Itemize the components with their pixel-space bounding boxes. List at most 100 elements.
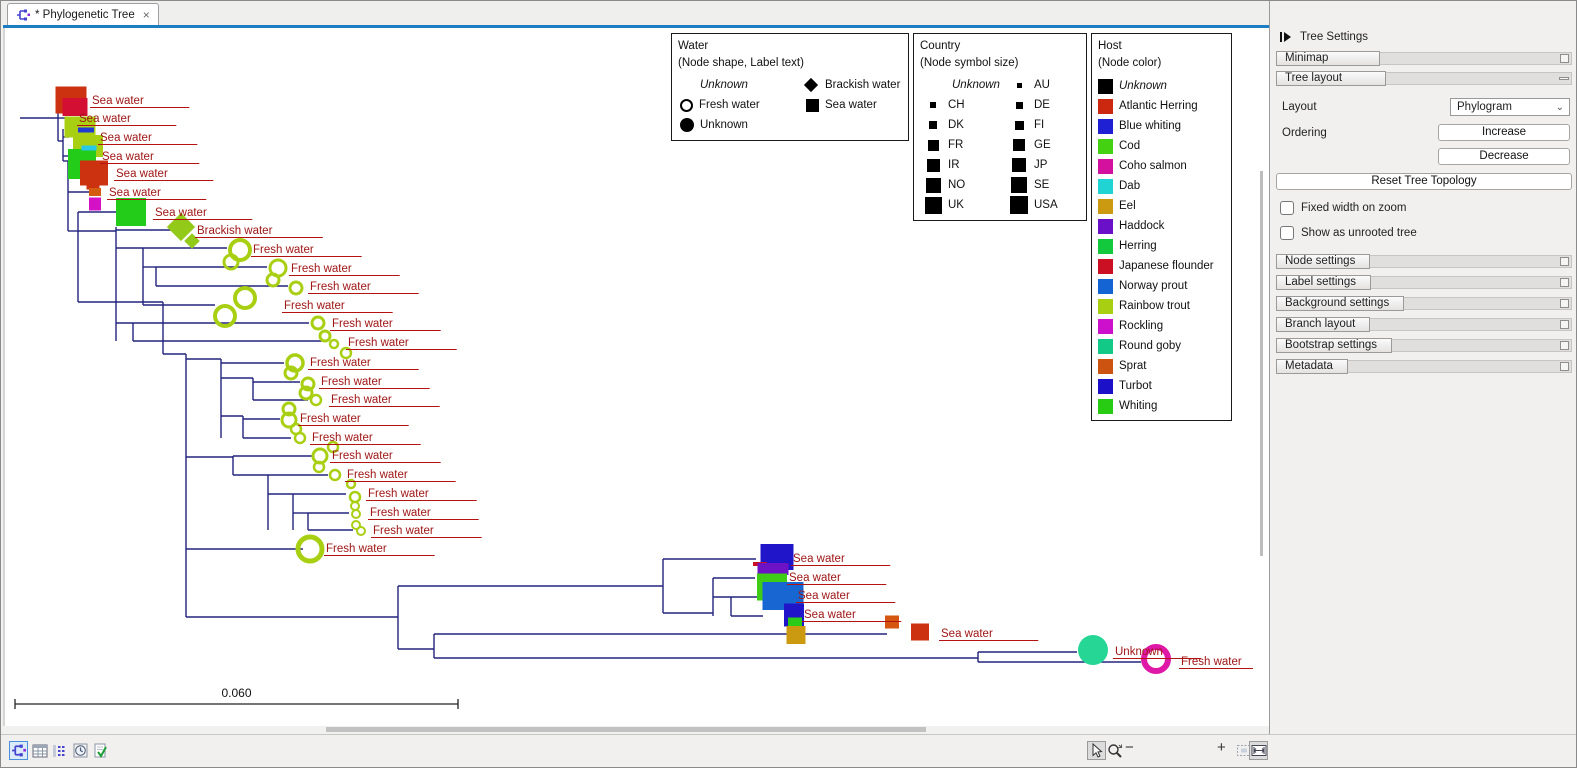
node-filled-circle[interactable] (1078, 635, 1108, 665)
section-label[interactable]: Label settings (1276, 275, 1371, 290)
horizontal-scrollbar-thumb[interactable] (326, 727, 926, 732)
node-circle[interactable] (228, 238, 252, 262)
section-background-settings[interactable]: Background settings (1276, 296, 1572, 311)
table-view-button[interactable] (30, 741, 49, 760)
node-circle[interactable] (351, 509, 361, 519)
leaf-label[interactable]: Fresh water (373, 525, 434, 537)
node-square[interactable] (89, 197, 101, 211)
leaf-label[interactable]: Fresh water (332, 318, 393, 330)
leaf-label[interactable]: Sea water (116, 168, 168, 180)
zoom-in-button[interactable]: + (1217, 739, 1226, 756)
expand-icon[interactable] (1560, 257, 1569, 266)
leaf-label[interactable]: Sea water (109, 187, 161, 199)
node-circle[interactable] (328, 338, 340, 350)
leaf-label[interactable]: Fresh water (348, 337, 409, 349)
section-minimap[interactable]: Minimap (1276, 51, 1572, 66)
zoom-mode-button[interactable] (1105, 741, 1124, 760)
node-circle[interactable] (310, 315, 326, 331)
leaf-label[interactable]: Unknown (1115, 646, 1163, 658)
section-metadata[interactable]: Metadata (1276, 359, 1572, 374)
section-label[interactable]: Background settings (1276, 296, 1405, 311)
leaf-label[interactable]: Fresh water (284, 300, 345, 312)
section-label[interactable]: Branch layout (1276, 317, 1371, 332)
section-tree-layout[interactable]: Tree layout (1276, 71, 1572, 86)
section-label-settings[interactable]: Label settings (1276, 275, 1572, 290)
section-branch-layout[interactable]: Branch layout (1276, 317, 1572, 332)
fixed-width-checkbox-row[interactable]: Fixed width on zoom (1276, 201, 1572, 215)
leaf-label[interactable]: Fresh water (370, 507, 431, 519)
node-circle[interactable] (288, 280, 304, 296)
expand-icon[interactable] (1560, 54, 1569, 63)
fit-width-button[interactable] (1249, 741, 1268, 760)
horizontal-scrollbar[interactable] (9, 727, 1253, 733)
expand-icon[interactable] (1560, 362, 1569, 371)
node-square[interactable] (911, 623, 929, 641)
reset-tree-topology-button[interactable]: Reset Tree Topology (1276, 173, 1572, 190)
leaf-label[interactable]: Fresh water (332, 450, 393, 462)
leaf-label[interactable]: Sea water (79, 113, 131, 125)
leaf-label[interactable]: Sea water (793, 553, 845, 565)
node-square[interactable] (78, 127, 94, 133)
expand-icon[interactable] (1560, 278, 1569, 287)
node-square[interactable] (757, 563, 789, 575)
section-tree-layout-label[interactable]: Tree layout (1276, 71, 1386, 86)
leaf-label[interactable]: Sea water (941, 628, 993, 640)
node-square[interactable] (116, 198, 146, 226)
leaf-label[interactable]: Fresh water (321, 376, 382, 388)
leaf-label[interactable]: Fresh water (1181, 656, 1242, 668)
section-label[interactable]: Bootstrap settings (1276, 338, 1393, 353)
decrease-button[interactable]: Decrease (1438, 148, 1570, 165)
increase-button[interactable]: Increase (1438, 124, 1570, 141)
node-circle[interactable] (318, 329, 332, 343)
section-minimap-label[interactable]: Minimap (1276, 51, 1380, 66)
node-circle[interactable] (356, 526, 366, 536)
panel-collapse-icon[interactable] (1280, 32, 1292, 42)
leaf-label[interactable]: Sea water (92, 95, 144, 107)
section-node-settings[interactable]: Node settings (1276, 254, 1572, 269)
vertical-scrollbar[interactable] (1259, 28, 1265, 726)
expand-icon[interactable] (1560, 341, 1569, 350)
leaf-label[interactable]: Sea water (102, 151, 154, 163)
list-view-button[interactable] (50, 741, 69, 760)
leaf-label[interactable]: Sea water (100, 132, 152, 144)
leaf-label[interactable]: Sea water (804, 609, 856, 621)
leaf-label[interactable]: Sea water (798, 590, 850, 602)
node-circle[interactable] (328, 468, 342, 482)
tree-view-button[interactable] (9, 741, 28, 760)
vertical-scrollbar-thumb[interactable] (1260, 171, 1263, 556)
leaf-label[interactable]: Fresh water (347, 469, 408, 481)
leaf-label[interactable]: Fresh water (368, 488, 429, 500)
section-label[interactable]: Metadata (1276, 359, 1348, 374)
node-circle[interactable] (309, 393, 323, 407)
history-view-button[interactable] (71, 741, 90, 760)
pan-select-button[interactable] (1087, 741, 1106, 760)
leaf-label[interactable]: Fresh water (326, 543, 387, 555)
node-circle[interactable] (233, 286, 257, 310)
collapse-icon[interactable] (1559, 77, 1569, 80)
section-label[interactable]: Node settings (1276, 254, 1371, 269)
tree-canvas[interactable]: Sea water Sea water Sea water Sea water Sea … (3, 28, 1269, 726)
leaf-label[interactable]: Sea water (155, 207, 207, 219)
section-bootstrap-settings[interactable]: Bootstrap settings (1276, 338, 1572, 353)
leaf-label[interactable]: Fresh water (310, 281, 371, 293)
layout-dropdown[interactable]: Phylogram ⌄ (1450, 98, 1570, 116)
element-info-button[interactable] (91, 741, 110, 760)
leaf-label[interactable]: Sea water (789, 572, 841, 584)
node-square[interactable] (786, 626, 806, 644)
tree-settings-header[interactable]: Tree Settings (1276, 28, 1572, 46)
zoom-out-button[interactable]: − (1125, 739, 1134, 756)
tab-close-icon[interactable]: × (143, 8, 150, 22)
node-circle[interactable] (348, 490, 362, 504)
expand-icon[interactable] (1560, 299, 1569, 308)
leaf-label[interactable]: Fresh water (291, 263, 352, 275)
leaf-label[interactable]: Fresh water (312, 432, 373, 444)
leaf-label[interactable]: Fresh water (253, 244, 314, 256)
leaf-label[interactable]: Brackish water (197, 225, 273, 237)
expand-icon[interactable] (1560, 320, 1569, 329)
leaf-label[interactable]: Fresh water (300, 413, 361, 425)
leaf-label[interactable]: Fresh water (310, 357, 371, 369)
unrooted-checkbox[interactable] (1280, 226, 1294, 240)
node-circle[interactable] (293, 431, 307, 445)
unrooted-checkbox-row[interactable]: Show as unrooted tree (1276, 226, 1572, 240)
leaf-label[interactable]: Fresh water (331, 394, 392, 406)
